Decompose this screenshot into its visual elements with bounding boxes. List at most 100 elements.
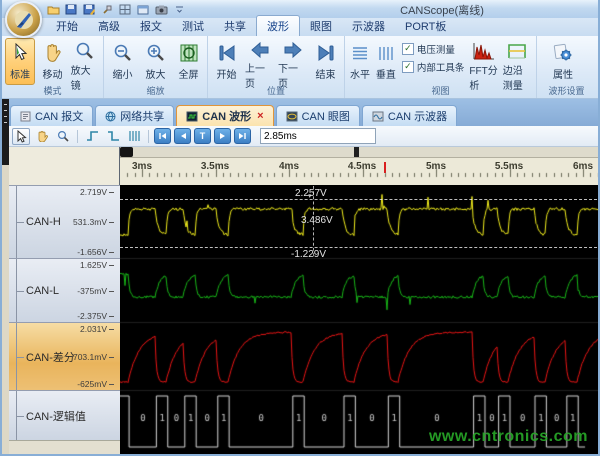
ribbon-tab-share[interactable]: 共享: [214, 16, 256, 36]
horizontal-view-button[interactable]: 水平: [348, 38, 372, 85]
channel-name: CAN-H: [26, 216, 61, 228]
application-menu-button[interactable]: [5, 1, 42, 38]
grid-lines-tool[interactable]: [125, 128, 143, 145]
ribbon-tab-oscilloscope[interactable]: 示波器: [342, 16, 395, 36]
tab-can-waveform[interactable]: CAN 波形 ×: [176, 105, 273, 126]
properties-gear-icon: [552, 41, 574, 65]
overview-position-handle[interactable]: [354, 147, 359, 157]
select-cursor-tool[interactable]: [12, 128, 30, 145]
nav-last-button[interactable]: [234, 128, 251, 144]
close-tab-icon[interactable]: ×: [257, 110, 263, 122]
vertical-view-button[interactable]: 垂直: [374, 38, 398, 85]
edge-measure-button[interactable]: 边沿测量: [502, 38, 533, 85]
falling-edge-tool[interactable]: [104, 128, 122, 145]
channel-panel-filler: [9, 440, 120, 456]
channel-row-can-l[interactable]: CAN-L 1.625V -375mV -2.375V: [9, 258, 120, 322]
ribbon-tab-waveform[interactable]: 波形: [256, 15, 300, 36]
voltage-cursor-bottom[interactable]: [120, 247, 600, 248]
rising-edge-tool[interactable]: [83, 128, 101, 145]
ribbon-tab-test[interactable]: 测试: [172, 16, 214, 36]
go-last-icon: [316, 41, 336, 65]
move-mode-button[interactable]: 移动: [37, 38, 67, 85]
oscilloscope-icon: [372, 111, 384, 122]
ribbon-tab-port-board[interactable]: PORT板: [395, 16, 456, 36]
fullscreen-icon: [179, 41, 199, 65]
go-first-button[interactable]: 开始: [211, 38, 242, 85]
zoom-out-icon: [113, 41, 133, 65]
magnifier-mode-button[interactable]: 放大镜: [70, 38, 100, 85]
tab-can-oscilloscope[interactable]: CAN 示波器: [362, 105, 457, 126]
ribbon-tab-start[interactable]: 开始: [46, 16, 88, 36]
cursor-delta-voltage: 3.486V: [301, 215, 333, 226]
voltage-measure-checkbox[interactable]: ✓ 电压测量: [402, 42, 465, 56]
channel-name: CAN-L: [26, 285, 59, 297]
go-first-icon: [158, 132, 167, 140]
zoom-out-button[interactable]: 缩小: [107, 38, 138, 85]
ribbon-tab-messages[interactable]: 报文: [130, 16, 172, 36]
channel-row-can-logic[interactable]: CAN-逻辑值: [9, 390, 120, 440]
ribbon-group-wave-settings: 属性 波形设置: [537, 36, 596, 98]
zoom-in-button[interactable]: 放大: [140, 38, 171, 85]
arrow-left-icon: [250, 41, 270, 59]
checkbox-check-icon: ✓: [402, 61, 414, 73]
channel-bottom-value: -2.375V: [77, 311, 114, 321]
rising-edge-icon: [86, 130, 99, 142]
ribbon-body: 标准 移动 放大镜 模式 缩小: [2, 36, 600, 99]
trigger-letter-icon: T: [200, 131, 206, 141]
tab-can-eye-diagram[interactable]: CAN 眼图: [276, 105, 360, 126]
tab-network-share[interactable]: 网络共享: [95, 105, 174, 126]
overview-grip[interactable]: [120, 147, 133, 157]
properties-button[interactable]: 属性: [540, 38, 586, 85]
zoom-in-icon: [146, 41, 166, 65]
fullscreen-button[interactable]: 全屏: [173, 38, 204, 85]
falling-edge-icon: [107, 130, 120, 142]
go-last-button[interactable]: 结束: [310, 38, 341, 85]
channel-name: CAN-差分: [26, 349, 75, 365]
report-icon: [20, 111, 31, 122]
channel-top-value: 2.719V: [80, 187, 114, 197]
channel-mid-value: 531.3mV: [73, 217, 114, 227]
prev-page-button[interactable]: 上一页: [244, 38, 275, 85]
channel-mid-value: -375mV: [77, 286, 114, 296]
channel-name: CAN-逻辑值: [26, 408, 86, 424]
time-position-input[interactable]: [260, 128, 376, 144]
vertical-bars-icon: [128, 130, 140, 142]
checkbox-check-icon: ✓: [402, 43, 414, 55]
tab-can-messages[interactable]: CAN 报文: [10, 105, 93, 126]
ribbon-tab-advanced[interactable]: 高级: [88, 16, 130, 36]
nav-trigger-button[interactable]: T: [194, 128, 211, 144]
group-label-wave-settings: 波形设置: [537, 84, 596, 97]
time-ruler[interactable]: 3ms 3.5ms 4ms 4.5ms 5ms 5.5ms 6ms: [120, 158, 600, 185]
channel-row-can-h[interactable]: CAN-H 2.719V 531.3mV -1.656V: [9, 185, 120, 258]
nav-prev-button[interactable]: [174, 128, 191, 144]
channel-row-can-diff[interactable]: CAN-差分 2.031V 703.1mV -625mV: [9, 322, 120, 390]
overview-scrollbar[interactable]: [120, 147, 600, 158]
internal-toolbar-checkbox[interactable]: ✓ 内部工具条: [402, 60, 465, 74]
waveform-canvas[interactable]: [120, 185, 600, 456]
ribbon-group-zoom: 缩小 放大 全屏 缩放: [104, 36, 208, 98]
arrow-right-icon: [283, 41, 303, 59]
fft-chart-icon: [472, 41, 496, 61]
fft-analysis-button[interactable]: FFT分析: [468, 38, 499, 85]
magnifier-icon: [57, 130, 69, 142]
pan-tool[interactable]: [33, 128, 51, 145]
arrow-left-icon: [179, 132, 187, 140]
collapsed-panel-grip[interactable]: [2, 99, 9, 165]
group-label-zoom: 缩放: [104, 84, 207, 97]
horizontal-lines-icon: [351, 41, 369, 65]
document-tab-bar: CAN 报文 网络共享 CAN 波形 × CAN 眼图 CAN 示波器: [2, 99, 600, 126]
standard-mode-button[interactable]: 标准: [5, 38, 35, 85]
group-label-view: 视图: [345, 84, 536, 97]
nav-first-button[interactable]: [154, 128, 171, 144]
ribbon-group-view: 水平 垂直 ✓ 电压测量 ✓ 内部工具条 FFT分析: [345, 36, 537, 98]
ribbon-tab-eye-diagram[interactable]: 眼图: [300, 16, 342, 36]
voltage-cursor-top[interactable]: [120, 199, 600, 200]
toolbar-separator: [77, 130, 78, 143]
nav-next-button[interactable]: [214, 128, 231, 144]
next-page-button[interactable]: 下一页: [277, 38, 308, 85]
watermark-text: www.cntronics.com: [429, 428, 588, 446]
channel-panel: CAN-H 2.719V 531.3mV -1.656V CAN-L 1.625…: [9, 147, 120, 456]
zoom-tool[interactable]: [54, 128, 72, 145]
channel-top-value: 2.031V: [80, 324, 114, 334]
cursor-arrow-icon: [16, 130, 27, 143]
